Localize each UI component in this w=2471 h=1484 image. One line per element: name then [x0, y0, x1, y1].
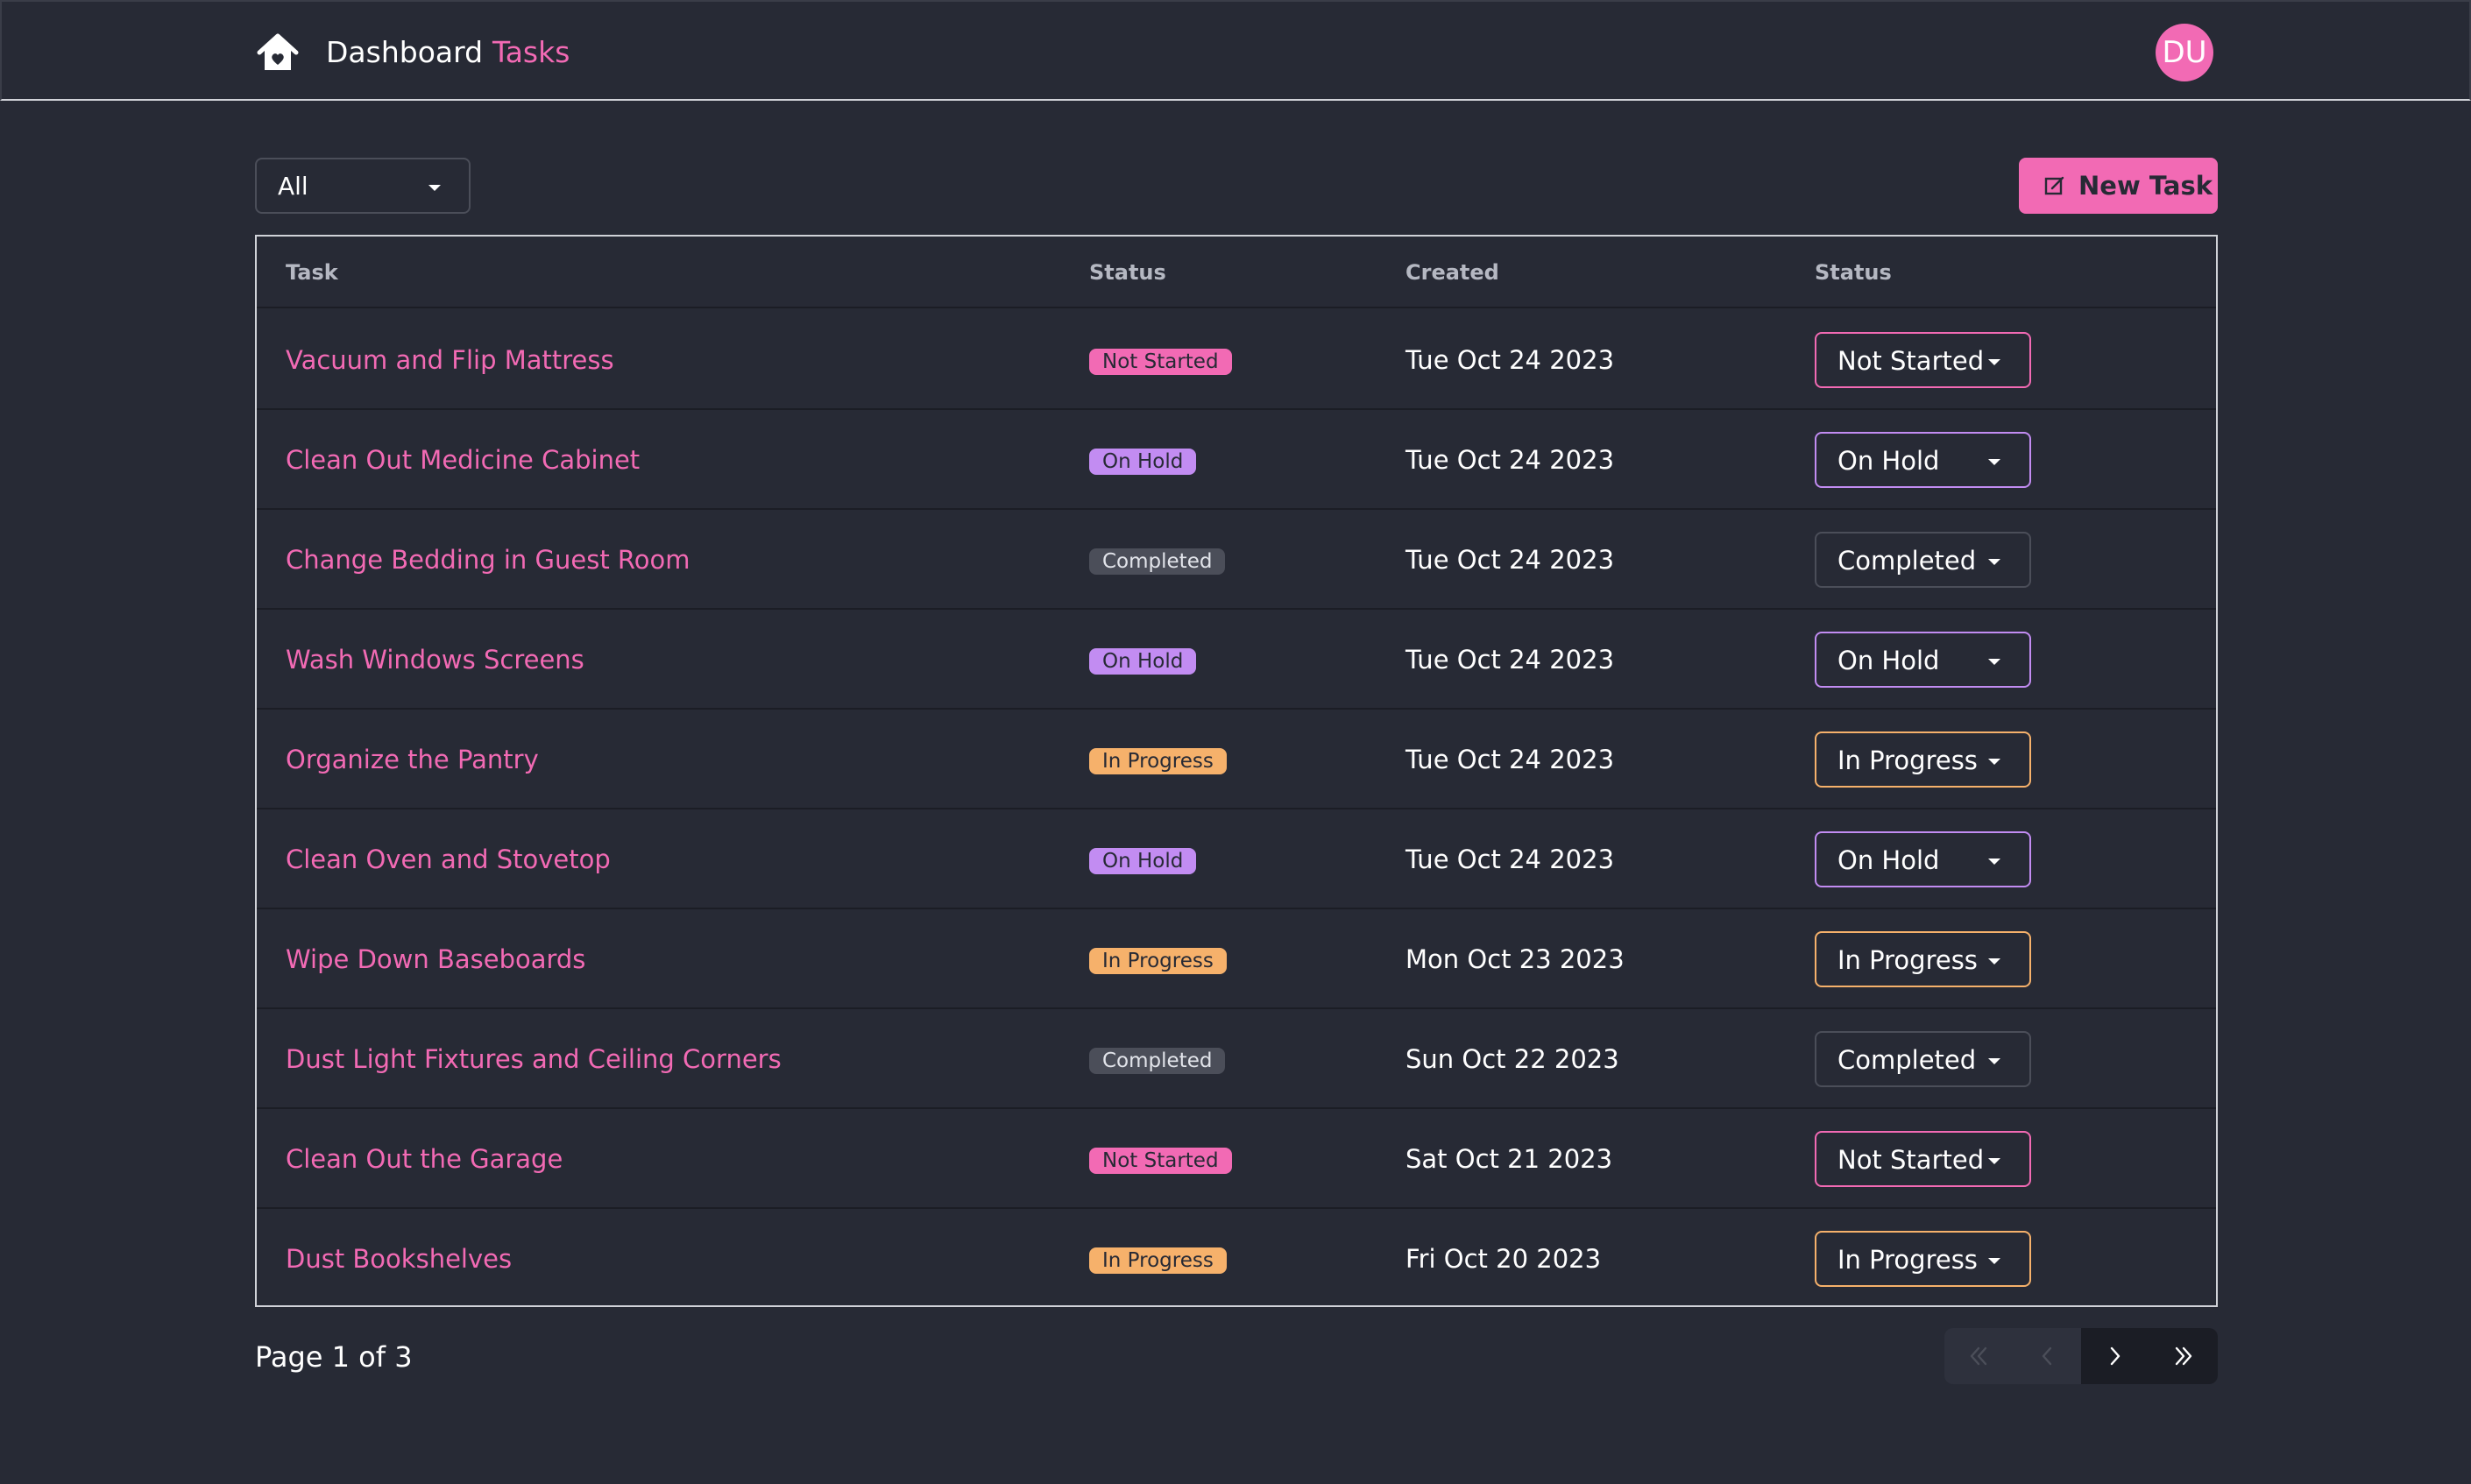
status-select-value: On Hold [1837, 446, 1940, 476]
user-avatar[interactable]: DU [2156, 24, 2213, 81]
status-filter-value: All [278, 172, 308, 201]
status-select[interactable]: On Hold [1815, 831, 2031, 887]
status-badge: Not Started [1089, 1148, 1232, 1174]
task-link[interactable]: Wash Windows Screens [286, 643, 584, 676]
status-badge: Completed [1089, 548, 1226, 575]
table-row: Clean Out the Garage Not Started Sat Oct 2… [257, 1109, 2216, 1209]
status-badge: In Progress [1089, 748, 1227, 774]
column-header-created[interactable]: Created [1405, 258, 1499, 287]
caret-down-icon [1988, 759, 2000, 765]
caret-down-icon [1988, 859, 2000, 865]
chevrons-right-icon [2175, 1346, 2192, 1366]
task-link[interactable]: Change Bedding in Guest Room [286, 543, 690, 576]
task-link[interactable]: Wipe Down Baseboards [286, 943, 585, 976]
table-header: Task Status Created Status [257, 237, 2216, 308]
status-badge: On Hold [1089, 848, 1197, 874]
created-date: Tue Oct 24 2023 [1405, 645, 1615, 675]
task-link[interactable]: Clean Oven and Stovetop [286, 843, 611, 876]
status-select[interactable]: In Progress [1815, 731, 2031, 788]
task-link[interactable]: Clean Out Medicine Cabinet [286, 443, 640, 477]
caret-down-icon [1988, 1258, 2000, 1264]
status-select[interactable]: In Progress [1815, 931, 2031, 987]
edit-icon [2044, 176, 2064, 195]
caret-down-icon [428, 185, 441, 191]
status-select-value: Completed [1837, 546, 1977, 576]
status-select-value: In Progress [1837, 746, 1978, 775]
task-link[interactable]: Dust Light Fixtures and Ceiling Corners [286, 1042, 782, 1076]
status-badge: In Progress [1089, 948, 1227, 974]
nav-dashboard-link[interactable]: Dashboard [326, 33, 483, 72]
table-row: Dust Bookshelves In Progress Fri Oct 20 20… [257, 1209, 2216, 1309]
created-date: Mon Oct 23 2023 [1405, 944, 1625, 974]
status-select-value: Not Started [1837, 346, 1985, 376]
created-date: Sat Oct 21 2023 [1405, 1144, 1613, 1174]
status-select-value: Completed [1837, 1045, 1977, 1075]
created-date: Tue Oct 24 2023 [1405, 745, 1615, 774]
created-date: Sun Oct 22 2023 [1405, 1044, 1619, 1074]
task-link[interactable]: Clean Out the Garage [286, 1142, 563, 1176]
nav-tasks-link[interactable]: Tasks [492, 33, 570, 72]
status-select[interactable]: On Hold [1815, 432, 2031, 488]
status-badge: On Hold [1089, 648, 1197, 675]
status-select[interactable]: On Hold [1815, 632, 2031, 688]
caret-down-icon [1988, 559, 2000, 565]
chevron-right-icon [2110, 1346, 2121, 1366]
status-select[interactable]: Completed [1815, 532, 2031, 588]
chevron-left-icon [2042, 1346, 2052, 1366]
table-row: Wipe Down Baseboards In Progress Mon Oct 2… [257, 909, 2216, 1009]
page-info: Page 1 of 3 [255, 1340, 413, 1374]
chevrons-left-icon [1970, 1346, 1987, 1366]
caret-down-icon [1988, 1058, 2000, 1064]
next-page-button[interactable] [2081, 1328, 2149, 1384]
last-page-button[interactable] [2149, 1328, 2218, 1384]
table-row: Vacuum and Flip Mattress Not Started Tue O… [257, 310, 2216, 410]
status-select[interactable]: In Progress [1815, 1231, 2031, 1287]
new-task-label: New Task [2078, 171, 2213, 201]
status-select-value: In Progress [1837, 1245, 1978, 1275]
task-link[interactable]: Organize the Pantry [286, 743, 539, 776]
created-date: Tue Oct 24 2023 [1405, 545, 1615, 575]
home-icon[interactable] [256, 32, 300, 74]
tasks-table: Task Status Created Status Vacuum and Fl… [255, 235, 2218, 1307]
created-date: Tue Oct 24 2023 [1405, 345, 1615, 375]
caret-down-icon [1988, 359, 2000, 365]
pagination [1944, 1328, 2218, 1384]
first-page-button[interactable] [1944, 1328, 2013, 1384]
status-badge: Not Started [1089, 349, 1232, 375]
status-select-value: In Progress [1837, 945, 1978, 975]
status-filter-select[interactable]: All [255, 158, 471, 214]
status-select[interactable]: Not Started [1815, 1131, 2031, 1187]
status-badge: On Hold [1089, 449, 1197, 475]
previous-page-button[interactable] [2013, 1328, 2081, 1384]
top-navbar: Dashboard Tasks DU [0, 0, 2471, 101]
caret-down-icon [1988, 1158, 2000, 1164]
table-row: Clean Out Medicine Cabinet On Hold Tue Oct… [257, 410, 2216, 510]
status-badge: In Progress [1089, 1247, 1227, 1274]
new-task-button[interactable]: New Task [2019, 158, 2218, 214]
caret-down-icon [1988, 459, 2000, 465]
column-header-status[interactable]: Status [1089, 258, 1166, 287]
status-select[interactable]: Not Started [1815, 332, 2031, 388]
created-date: Tue Oct 24 2023 [1405, 844, 1615, 874]
status-select-value: On Hold [1837, 845, 1940, 875]
table-row: Wash Windows Screens On Hold Tue Oct 24 20… [257, 610, 2216, 710]
task-link[interactable]: Vacuum and Flip Mattress [286, 343, 614, 377]
status-select-value: On Hold [1837, 646, 1940, 675]
table-row: Clean Oven and Stovetop On Hold Tue Oct 24… [257, 809, 2216, 909]
status-select[interactable]: Completed [1815, 1031, 2031, 1087]
task-link[interactable]: Dust Bookshelves [286, 1242, 512, 1276]
caret-down-icon [1988, 958, 2000, 965]
table-row: Dust Light Fixtures and Ceiling Corners C… [257, 1009, 2216, 1109]
status-select-value: Not Started [1837, 1145, 1985, 1175]
column-header-status-select[interactable]: Status [1815, 258, 1892, 287]
created-date: Fri Oct 20 2023 [1405, 1244, 1602, 1274]
status-badge: Completed [1089, 1048, 1226, 1074]
table-row: Change Bedding in Guest Room Completed Tue… [257, 510, 2216, 610]
created-date: Tue Oct 24 2023 [1405, 445, 1615, 475]
table-row: Organize the Pantry In Progress Tue Oct 24… [257, 710, 2216, 809]
caret-down-icon [1988, 659, 2000, 665]
column-header-task[interactable]: Task [286, 258, 338, 287]
